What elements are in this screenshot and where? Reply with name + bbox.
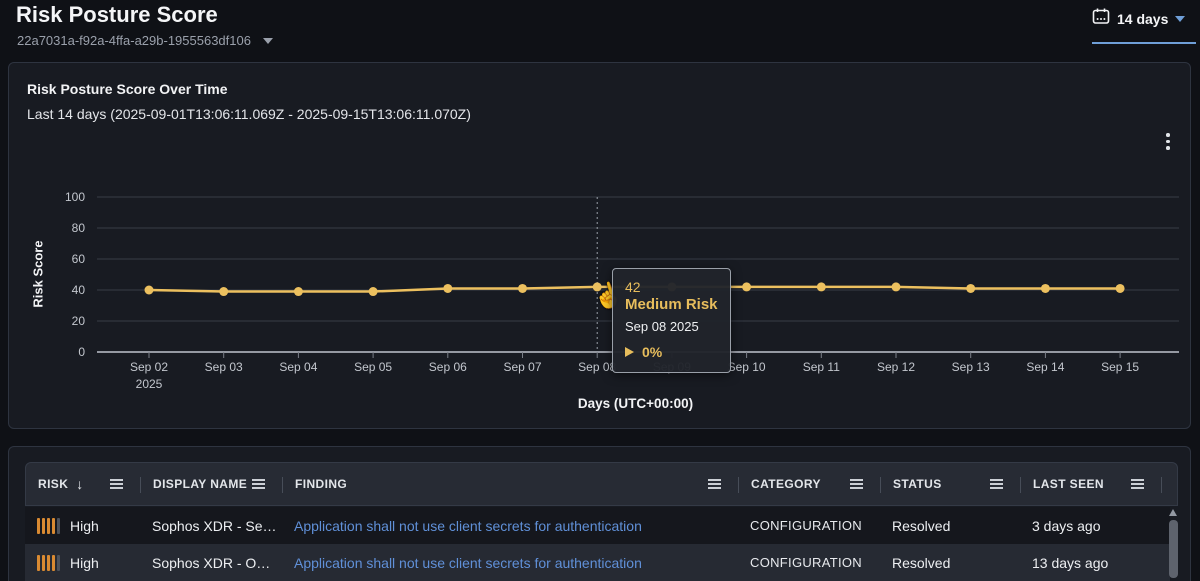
date-range-label: 14 days [1117, 11, 1168, 27]
svg-text:40: 40 [72, 283, 86, 297]
table-row[interactable]: High Sophos XDR - O… Application shall n… [25, 544, 1170, 581]
svg-text:Sep 14: Sep 14 [1026, 360, 1064, 374]
svg-text:Sep 02: Sep 02 [130, 360, 168, 374]
table-scrollbar[interactable] [1165, 509, 1181, 581]
display-name: Sophos XDR - O… [152, 555, 270, 571]
risk-level: High [70, 555, 99, 571]
display-name: Sophos XDR - Se… [152, 518, 277, 534]
svg-text:Sep 08: Sep 08 [578, 360, 616, 374]
risk-level: High [70, 518, 99, 534]
svg-text:100: 100 [65, 190, 85, 204]
finding-link[interactable]: Application shall not use client secrets… [294, 518, 642, 534]
column-header-display-name[interactable]: DISPLAY NAME [141, 463, 283, 505]
last-seen: 13 days ago [1032, 555, 1108, 571]
chevron-down-icon [263, 38, 273, 44]
date-range-selector[interactable]: 14 days [1092, 4, 1196, 44]
chart-tooltip: 42 Medium Risk Sep 08 2025 0% [612, 268, 731, 373]
status: Resolved [892, 518, 950, 534]
svg-text:60: 60 [72, 252, 86, 266]
table-row[interactable]: High Sophos XDR - Se… Application shall … [25, 507, 1170, 544]
svg-text:Sep 04: Sep 04 [279, 360, 317, 374]
y-axis-title: Risk Score [31, 240, 46, 307]
sort-desc-icon: ↓ [76, 476, 83, 492]
risk-level-bars-icon [37, 518, 60, 534]
svg-text:0: 0 [78, 345, 85, 359]
calendar-icon [1092, 7, 1110, 30]
column-menu-icon[interactable] [1131, 479, 1144, 489]
entity-id: 22a7031a-f92a-4ffa-a29b-1955563df106 [17, 33, 251, 48]
x-axis-title: Days (UTC+00:00) [79, 396, 1192, 411]
column-header-finding[interactable]: FINDING [283, 463, 739, 505]
svg-text:Sep 07: Sep 07 [503, 360, 541, 374]
date-range-underline [1092, 42, 1196, 44]
tooltip-date: Sep 08 2025 [625, 319, 718, 334]
svg-text:2025: 2025 [136, 377, 163, 391]
svg-text:Sep 13: Sep 13 [952, 360, 990, 374]
delta-triangle-icon [625, 347, 634, 357]
status: Resolved [892, 555, 950, 571]
column-header-category[interactable]: CATEGORY [739, 463, 881, 505]
page-title: Risk Posture Score [16, 2, 218, 28]
column-menu-icon[interactable] [850, 479, 863, 489]
entity-selector[interactable]: 22a7031a-f92a-4ffa-a29b-1955563df106 [17, 33, 273, 48]
column-header-last-seen[interactable]: LAST SEEN [1021, 463, 1162, 505]
risk-score-line-chart[interactable]: 0 20 40 60 80 100 Sep 02 2025 Sep 03 Sep 04 Sep 05… [9, 63, 1192, 395]
tooltip-delta-pct: 0% [642, 344, 662, 360]
scroll-up-icon[interactable] [1169, 509, 1177, 516]
svg-text:20: 20 [72, 314, 86, 328]
column-header-status[interactable]: STATUS [881, 463, 1021, 505]
table-header-row: RISK ↓ DISPLAY NAME FINDING CATEGORY STA… [25, 462, 1178, 506]
column-menu-icon[interactable] [110, 479, 123, 489]
findings-table-panel: RISK ↓ DISPLAY NAME FINDING CATEGORY STA… [8, 446, 1191, 581]
svg-text:Sep 10: Sep 10 [728, 360, 766, 374]
column-header-risk[interactable]: RISK ↓ [26, 463, 141, 505]
svg-text:Sep 11: Sep 11 [803, 360, 840, 374]
tooltip-value: 42 [625, 279, 718, 295]
svg-text:Sep 03: Sep 03 [205, 360, 243, 374]
finding-link[interactable]: Application shall not use client secrets… [294, 555, 642, 571]
svg-text:Sep 05: Sep 05 [354, 360, 392, 374]
column-menu-icon[interactable] [708, 479, 721, 489]
tooltip-delta-row: 0% [625, 344, 718, 360]
column-menu-icon[interactable] [990, 479, 1003, 489]
svg-text:Sep 06: Sep 06 [429, 360, 467, 374]
risk-level-bars-icon [37, 555, 60, 571]
svg-text:Sep 15: Sep 15 [1101, 360, 1139, 374]
svg-text:Sep 12: Sep 12 [877, 360, 915, 374]
scrollbar-thumb[interactable] [1169, 520, 1178, 578]
category: CONFIGURATION [750, 518, 862, 533]
chart-panel: Risk Posture Score Over Time Last 14 day… [8, 62, 1191, 429]
svg-text:80: 80 [72, 221, 86, 235]
category: CONFIGURATION [750, 555, 862, 570]
column-menu-icon[interactable] [252, 479, 265, 489]
chevron-down-icon [1175, 16, 1185, 22]
tooltip-risk-label: Medium Risk [625, 296, 718, 313]
last-seen: 3 days ago [1032, 518, 1101, 534]
